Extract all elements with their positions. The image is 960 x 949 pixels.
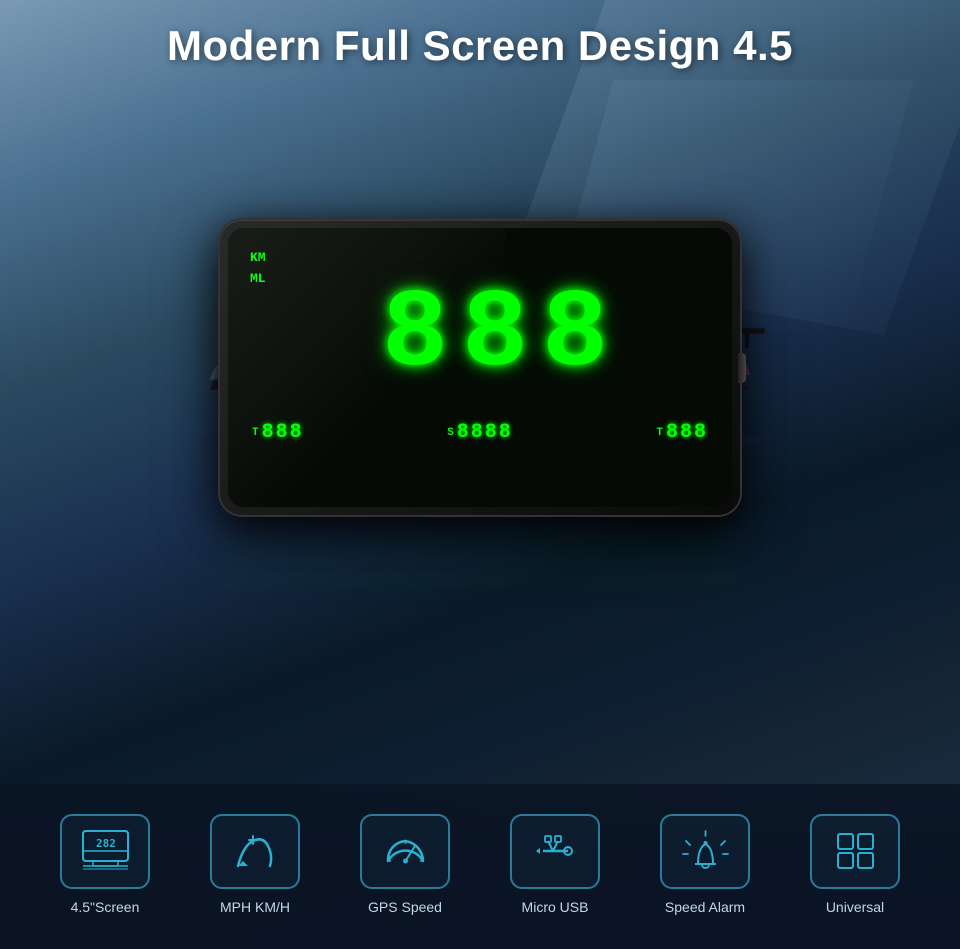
features-bar: 282 4.5"Screen MPH KM/H	[0, 784, 960, 949]
hud-side-button[interactable]	[738, 353, 746, 383]
speed-alarm-icon	[678, 826, 733, 876]
satellite-info: S 8888	[447, 421, 513, 444]
main-container: Modern Full Screen Design 4.5 KM ML 8 8	[0, 0, 960, 949]
speed-alarm-icon-box	[660, 814, 750, 889]
speed-unit-icon-box	[210, 814, 300, 889]
page-title: Modern Full Screen Design 4.5	[0, 22, 960, 70]
ml-label: ML	[250, 269, 266, 290]
feature-speed-unit: MPH KM/H	[210, 814, 300, 915]
digit-1: 8	[382, 286, 448, 385]
trip-digits: 888	[262, 421, 304, 444]
speed-unit-icon	[228, 826, 283, 876]
main-speed-digits: 8 8 8	[274, 258, 716, 413]
km-label: KM	[250, 248, 266, 269]
total-odometer: T 888	[656, 421, 708, 444]
total-digits: 888	[666, 421, 708, 444]
universal-label: Universal	[826, 899, 884, 915]
micro-usb-icon-box	[510, 814, 600, 889]
feature-universal: Universal	[810, 814, 900, 915]
screen-size-icon-box: 282	[60, 814, 150, 889]
unit-labels: KM ML	[250, 248, 266, 290]
speed-alarm-label: Speed Alarm	[665, 899, 745, 915]
sat-label: S	[447, 427, 454, 439]
feature-speed-alarm: Speed Alarm	[660, 814, 750, 915]
micro-usb-label: Micro USB	[522, 899, 589, 915]
feature-screen-size: 282 4.5"Screen	[60, 814, 150, 915]
universal-icon-box	[810, 814, 900, 889]
hud-device: KM ML 8 8 8 T 888	[220, 220, 740, 515]
screen-size-icon: 282	[78, 826, 133, 876]
hud-floor-reflection	[220, 510, 740, 590]
speed-unit-label: MPH KM/H	[220, 899, 290, 915]
digit-2: 8	[462, 286, 528, 385]
sat-digits: 8888	[457, 421, 513, 444]
micro-usb-icon	[528, 826, 583, 876]
gps-speed-icon	[378, 826, 433, 876]
sub-display-row: T 888 S 8888 T 888	[244, 421, 716, 444]
hud-screen: KM ML 8 8 8 T 888	[228, 228, 732, 507]
trip-odometer: T 888	[252, 421, 304, 444]
hud-outer-frame: KM ML 8 8 8 T 888	[220, 220, 740, 515]
trip-label: T	[252, 427, 259, 439]
svg-text:282: 282	[96, 837, 116, 850]
universal-icon	[828, 826, 883, 876]
total-label: T	[656, 427, 663, 439]
screen-size-label: 4.5"Screen	[71, 899, 140, 915]
feature-micro-usb: Micro USB	[510, 814, 600, 915]
gps-speed-label: GPS Speed	[368, 899, 442, 915]
digit-3: 8	[542, 286, 608, 385]
feature-gps-speed: GPS Speed	[360, 814, 450, 915]
gps-speed-icon-box	[360, 814, 450, 889]
hud-content: KM ML 8 8 8 T 888	[228, 228, 732, 507]
